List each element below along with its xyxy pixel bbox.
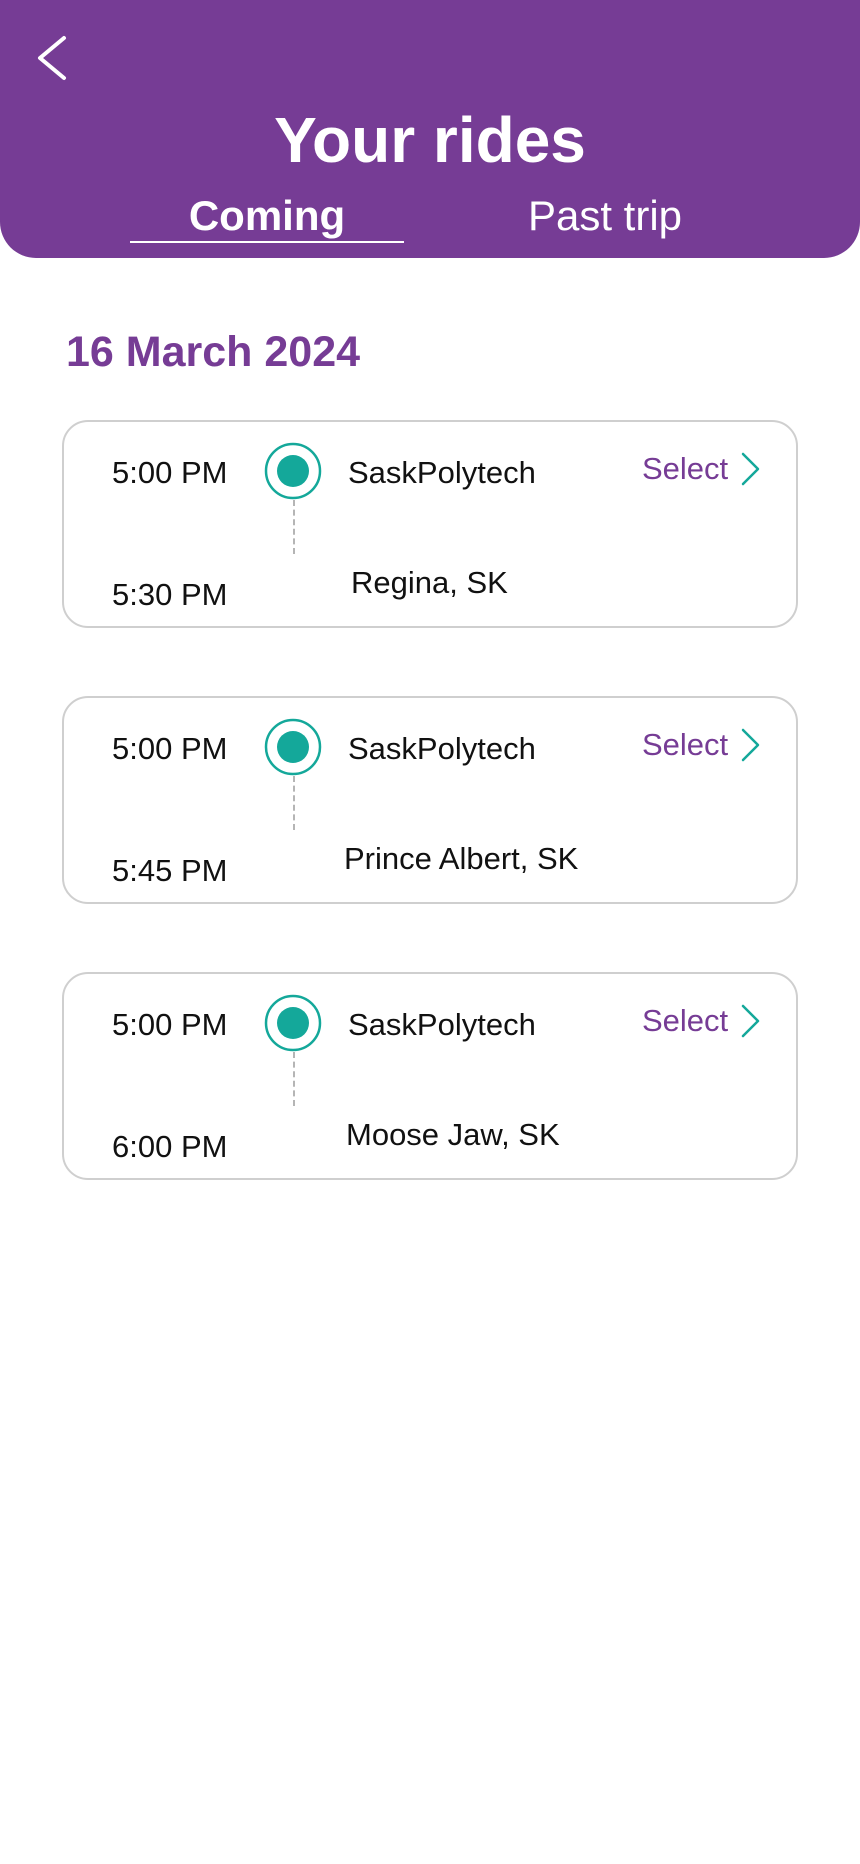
ride-card[interactable]: 5:00 PM SaskPolytech Select 6:00 PM Moos…	[62, 972, 798, 1180]
select-label: Select	[642, 727, 729, 762]
tab-past-trip[interactable]: Past trip	[470, 190, 740, 242]
chevron-right-icon	[741, 1004, 760, 1038]
chevron-left-icon	[38, 36, 66, 80]
route-line	[293, 1052, 295, 1106]
date-heading: 16 March 2024	[66, 328, 361, 376]
page-title: Your rides	[274, 104, 586, 176]
select-label: Select	[642, 451, 729, 486]
ride-card[interactable]: 5:00 PM SaskPolytech Select 5:45 PM Prin…	[62, 696, 798, 904]
location-dot-icon	[264, 994, 322, 1052]
departure-time: 5:00 PM	[112, 455, 228, 490]
arrival-time: 5:30 PM	[112, 577, 228, 612]
origin-label: SaskPolytech	[348, 1007, 536, 1042]
route-line	[293, 500, 295, 554]
destination-label: Prince Albert, SK	[344, 841, 579, 876]
back-button[interactable]	[32, 32, 76, 84]
active-tab-indicator	[130, 241, 404, 243]
departure-time: 5:00 PM	[112, 731, 228, 766]
tab-coming[interactable]: Coming	[130, 190, 404, 242]
destination-label: Moose Jaw, SK	[346, 1117, 560, 1152]
destination-label: Regina, SK	[351, 565, 508, 600]
origin-label: SaskPolytech	[348, 455, 536, 490]
select-button[interactable]: Select	[642, 996, 762, 1046]
departure-time: 5:00 PM	[112, 1007, 228, 1042]
location-dot-icon	[264, 718, 322, 776]
origin-label: SaskPolytech	[348, 731, 536, 766]
chevron-right-icon	[741, 452, 760, 486]
location-dot-icon	[264, 442, 322, 500]
ride-card[interactable]: 5:00 PM SaskPolytech Select 5:30 PM Regi…	[62, 420, 798, 628]
app-header: Your rides Coming Past trip	[0, 0, 860, 258]
select-button[interactable]: Select	[642, 720, 762, 770]
route-line	[293, 776, 295, 830]
arrival-time: 6:00 PM	[112, 1129, 228, 1164]
arrival-time: 5:45 PM	[112, 853, 228, 888]
chevron-right-icon	[741, 728, 760, 762]
select-button[interactable]: Select	[642, 444, 762, 494]
select-label: Select	[642, 1003, 729, 1038]
